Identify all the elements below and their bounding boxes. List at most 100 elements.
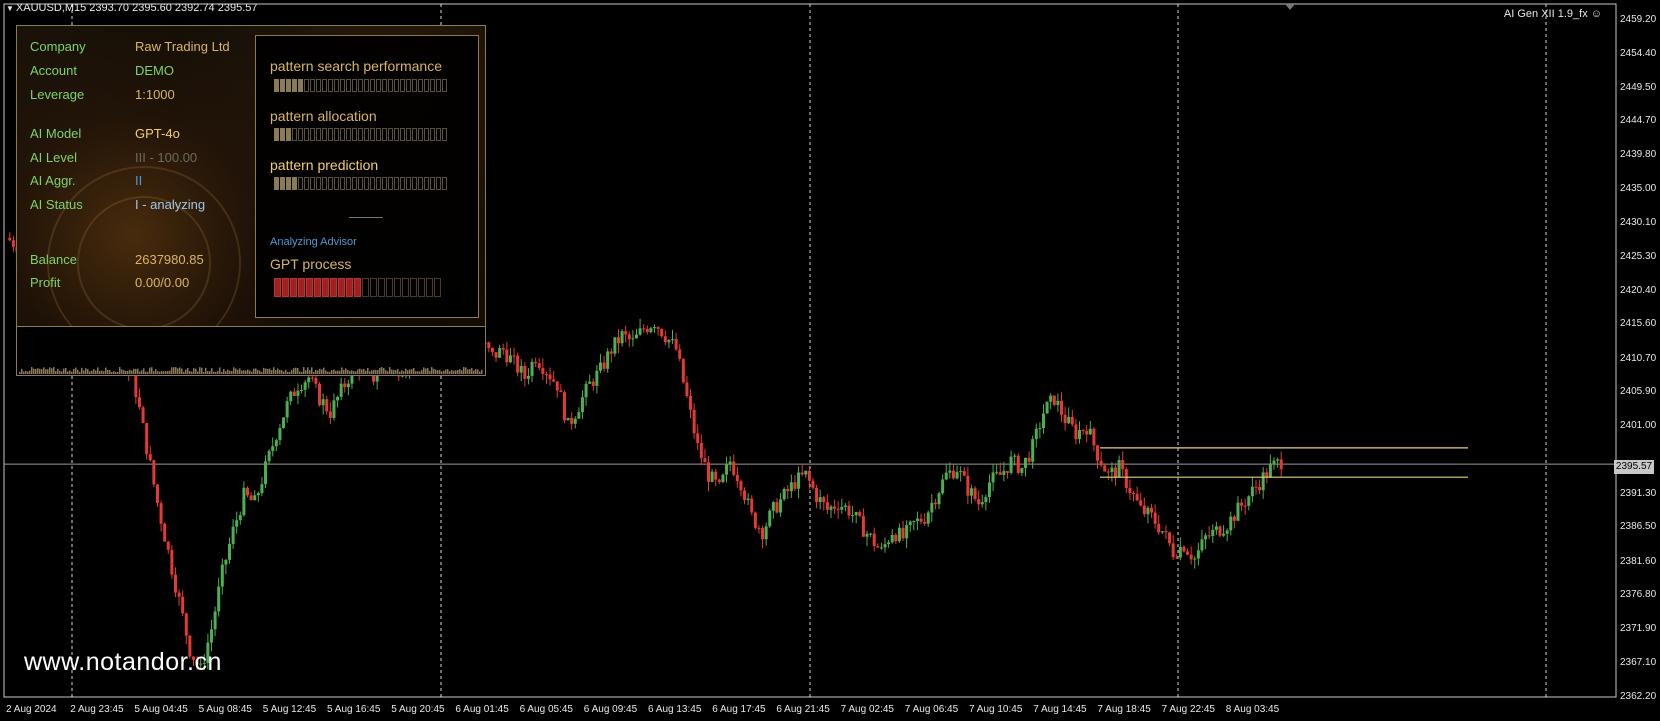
- histogram-bar: [147, 371, 149, 374]
- histogram-bar: [153, 371, 155, 374]
- company-value: Raw Trading Ltd: [135, 39, 230, 54]
- candle-body: [584, 383, 588, 398]
- expert-advisor-label[interactable]: AI Gen XII 1.9_fx ☺: [1504, 8, 1602, 20]
- candle-body: [238, 515, 242, 521]
- histogram-bar: [387, 371, 389, 374]
- candle-body: [944, 472, 948, 480]
- histogram-bar: [175, 367, 177, 374]
- histogram-bar: [27, 371, 29, 374]
- progress-segment: [274, 278, 281, 297]
- candle-body: [1272, 460, 1276, 464]
- progress-segment: [376, 177, 381, 190]
- histogram-bar: [303, 367, 305, 374]
- candle-body: [1240, 502, 1244, 506]
- histogram-bar: [31, 367, 33, 374]
- histogram-bar: [379, 367, 381, 374]
- histogram-bar: [397, 368, 399, 374]
- candle-body: [890, 534, 894, 543]
- candle-body: [973, 488, 977, 500]
- histogram-bar: [165, 371, 167, 374]
- histogram-bar: [85, 368, 87, 374]
- histogram-bar: [329, 371, 331, 374]
- candle-body: [1182, 546, 1186, 552]
- histogram-bar: [335, 370, 337, 374]
- progress-segment: [330, 278, 337, 297]
- candle-body: [660, 328, 664, 337]
- candle-body: [887, 542, 891, 545]
- candle-body: [11, 240, 15, 247]
- candle-body: [1268, 463, 1272, 477]
- progress-segment: [364, 128, 369, 141]
- histogram-bar: [403, 371, 405, 374]
- price-chart[interactable]: ▼ XAUUSD,M15 2393.70 2395.60 2392.74 2395…: [0, 0, 1660, 721]
- progress-segment: [434, 278, 441, 297]
- price-tick-label: 2444.70: [1620, 115, 1657, 127]
- progress-segment: [274, 177, 279, 190]
- time-tick-label: 6 Aug 05:45: [519, 704, 573, 715]
- histogram-bar: [177, 368, 179, 374]
- triangle-down-icon[interactable]: ▼: [6, 4, 14, 13]
- scroll-marker-icon[interactable]: [1285, 4, 1295, 10]
- candle-body: [1038, 428, 1042, 430]
- candle-body: [1103, 465, 1107, 472]
- candle-body: [653, 327, 657, 329]
- histogram-bar: [87, 369, 89, 374]
- candle-body: [253, 495, 257, 501]
- histogram-bar: [133, 368, 135, 374]
- candle-body: [332, 400, 336, 418]
- candle-body: [260, 484, 264, 494]
- candle-body: [242, 487, 246, 516]
- progress-segment: [400, 79, 405, 92]
- candle-body: [505, 349, 509, 363]
- company-label: Company: [30, 39, 86, 54]
- candle-body: [1236, 502, 1240, 521]
- time-tick-label: 5 Aug 16:45: [327, 704, 381, 715]
- histogram-bar: [89, 371, 91, 374]
- candle-body: [228, 543, 232, 560]
- time-tick-label: 7 Aug 14:45: [1033, 704, 1087, 715]
- candle-body: [1099, 460, 1103, 466]
- progress-segment: [358, 177, 363, 190]
- candle-body: [663, 336, 667, 343]
- histogram-bar: [297, 367, 299, 374]
- candle-body: [800, 472, 804, 475]
- candle-body: [998, 472, 1002, 475]
- histogram-bar: [417, 371, 419, 374]
- search-performance-label: pattern search performance: [270, 58, 442, 74]
- candle-body: [8, 237, 12, 241]
- histogram-bar: [183, 371, 185, 374]
- histogram-bar: [333, 369, 335, 374]
- histogram-bar: [325, 370, 327, 374]
- progress-segment: [292, 177, 297, 190]
- candle-body: [901, 527, 905, 539]
- histogram-bar: [313, 371, 315, 374]
- progress-segment: [298, 128, 303, 141]
- candle-body: [325, 399, 329, 412]
- histogram-bar: [419, 371, 421, 374]
- histogram-bar: [59, 370, 61, 374]
- candle-body: [1175, 557, 1179, 559]
- histogram-bar: [205, 367, 207, 374]
- candle-body: [314, 377, 318, 384]
- candle-body: [166, 541, 170, 550]
- candle-body: [1106, 471, 1110, 473]
- histogram-bar: [197, 371, 199, 374]
- histogram-bar: [203, 371, 205, 374]
- price-tick-label: 2420.40: [1620, 284, 1657, 296]
- histogram-bar: [187, 367, 189, 374]
- progress-segment: [388, 128, 393, 141]
- candle-body: [1124, 469, 1128, 489]
- candle-body: [908, 521, 912, 526]
- candle-body: [1168, 532, 1172, 544]
- candle-body: [285, 401, 289, 418]
- histogram-bar: [413, 367, 415, 374]
- candle-body: [137, 397, 141, 408]
- histogram-bar: [377, 370, 379, 374]
- histogram-bar: [109, 370, 111, 374]
- candle-body: [490, 347, 494, 353]
- candle-body: [1243, 505, 1247, 507]
- candle-body: [969, 488, 973, 496]
- histogram-bar: [201, 367, 203, 374]
- histogram-bar: [107, 369, 109, 374]
- mini-histogram-canvas: [19, 367, 483, 374]
